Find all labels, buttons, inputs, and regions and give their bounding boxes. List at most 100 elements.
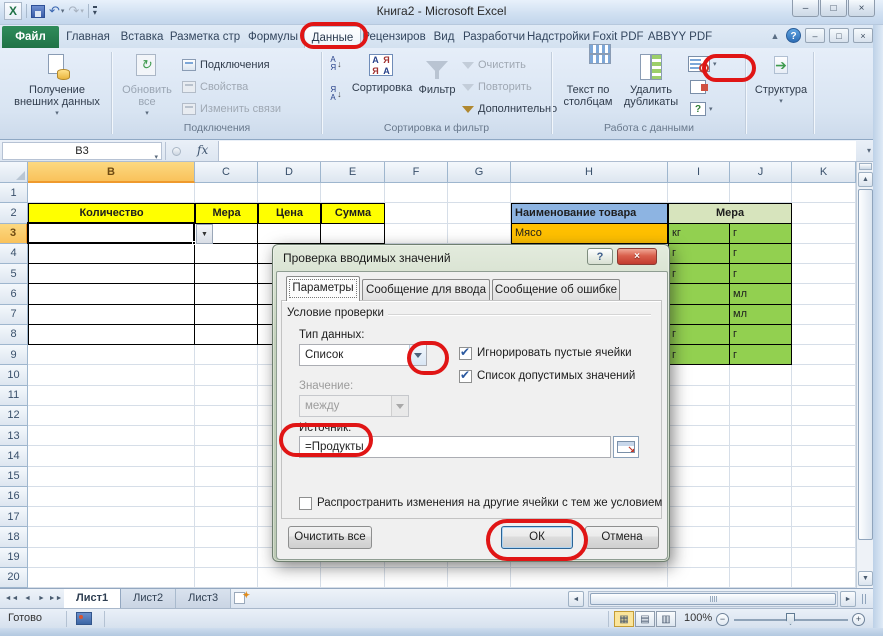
cell[interactable] xyxy=(195,527,258,547)
last-sheet-button[interactable]: ►► xyxy=(48,592,63,606)
column-header-E[interactable]: E xyxy=(321,162,385,183)
filter-button[interactable]: Фильтр xyxy=(416,52,458,96)
measure-cell[interactable]: кг xyxy=(668,224,730,244)
row-header-19[interactable]: 19 xyxy=(0,548,28,568)
cell[interactable] xyxy=(730,183,792,203)
close-button[interactable]: × xyxy=(848,0,875,17)
cell[interactable] xyxy=(385,224,448,244)
cell[interactable] xyxy=(792,325,856,345)
cell[interactable] xyxy=(258,183,321,203)
cell[interactable] xyxy=(195,365,258,385)
row-header-4[interactable]: 4 xyxy=(0,244,28,264)
cell[interactable] xyxy=(792,345,856,365)
cell[interactable] xyxy=(28,305,195,325)
left-table-header[interactable]: Количество xyxy=(28,203,195,223)
combo-dropdown-icon[interactable] xyxy=(409,345,426,365)
vertical-scrollbar[interactable]: ▲ ▼ xyxy=(856,162,873,588)
cell[interactable] xyxy=(195,325,258,345)
cell[interactable] xyxy=(28,345,195,365)
formula-input[interactable] xyxy=(218,141,856,161)
cell[interactable] xyxy=(195,183,258,203)
ok-button[interactable]: ОК xyxy=(501,526,573,549)
remove-duplicates-button[interactable]: Удалить дубликаты xyxy=(620,52,682,108)
zoom-in-button[interactable]: + xyxy=(852,613,865,626)
measure-cell[interactable]: г xyxy=(668,325,730,345)
cell[interactable] xyxy=(511,183,668,203)
cell[interactable] xyxy=(730,467,792,487)
source-input[interactable]: =Продукты xyxy=(299,436,611,458)
cell[interactable] xyxy=(385,203,448,223)
connections-button[interactable]: Подключения xyxy=(182,55,270,75)
cell[interactable] xyxy=(195,507,258,527)
zoom-slider-thumb[interactable] xyxy=(786,613,795,625)
apply-to-all-checkbox[interactable] xyxy=(299,497,312,510)
cell[interactable] xyxy=(792,386,856,406)
cell[interactable] xyxy=(28,527,195,547)
excel-logo-icon[interactable]: X xyxy=(4,2,22,20)
cell[interactable] xyxy=(668,568,730,588)
data-type-combo[interactable]: Список xyxy=(299,344,427,366)
measure-cell[interactable]: г xyxy=(668,345,730,365)
ignore-blank-checkbox[interactable] xyxy=(459,347,472,360)
close-workbook-button[interactable]: × xyxy=(853,28,873,43)
left-table-header[interactable]: Сумма xyxy=(321,203,385,223)
cell[interactable] xyxy=(195,386,258,406)
measure-cell[interactable] xyxy=(668,284,730,304)
cell[interactable] xyxy=(195,568,258,588)
cell[interactable] xyxy=(792,548,856,568)
cell[interactable] xyxy=(792,183,856,203)
cell[interactable] xyxy=(792,406,856,426)
macro-record-icon[interactable] xyxy=(76,612,92,625)
measure-cell[interactable]: г xyxy=(730,264,792,284)
advanced-filter-button[interactable]: Дополнительно xyxy=(462,99,557,119)
row-header-6[interactable]: 6 xyxy=(0,284,28,304)
cell[interactable] xyxy=(668,487,730,507)
cell[interactable] xyxy=(28,568,195,588)
tab-split-handle[interactable] xyxy=(858,592,870,606)
zoom-out-button[interactable]: − xyxy=(716,613,729,626)
cell[interactable] xyxy=(195,426,258,446)
cell[interactable] xyxy=(668,446,730,466)
left-table-header[interactable]: Цена xyxy=(258,203,321,223)
cell[interactable] xyxy=(792,487,856,507)
dialog-close-button[interactable]: × xyxy=(617,248,657,265)
dialog-help-button[interactable]: ? xyxy=(587,248,613,265)
column-header-G[interactable]: G xyxy=(448,162,511,183)
sheet-tab-Лист1[interactable]: Лист1 xyxy=(64,589,121,609)
cell[interactable] xyxy=(730,548,792,568)
clear-filter-button[interactable]: Очистить xyxy=(462,55,526,75)
cell[interactable] xyxy=(792,446,856,466)
measure-cell[interactable]: г xyxy=(730,325,792,345)
cell[interactable] xyxy=(511,568,668,588)
scroll-right-arrow[interactable]: ► xyxy=(840,591,856,607)
ribbon-tab-6[interactable]: Рецензиров xyxy=(362,26,426,48)
minimize-workbook-button[interactable]: – xyxy=(805,28,825,43)
measure-cell[interactable]: мл xyxy=(730,305,792,325)
expand-formula-bar-icon[interactable]: ▾ xyxy=(867,146,871,155)
row-header-13[interactable]: 13 xyxy=(0,426,28,446)
row-header-7[interactable]: 7 xyxy=(0,305,28,325)
tab-input-message[interactable]: Сообщение для ввода xyxy=(362,279,490,300)
cell[interactable] xyxy=(792,305,856,325)
sheet-tab-Лист2[interactable]: Лист2 xyxy=(121,589,176,609)
column-header-F[interactable]: F xyxy=(385,162,448,183)
cell[interactable] xyxy=(195,548,258,568)
cell[interactable] xyxy=(792,224,856,244)
scroll-left-arrow[interactable]: ◄ xyxy=(568,591,584,607)
collapse-ribbon-icon[interactable]: ▲ xyxy=(768,29,782,43)
column-header-K[interactable]: K xyxy=(792,162,856,183)
measure-cell[interactable]: г xyxy=(730,244,792,264)
cell[interactable] xyxy=(195,305,258,325)
row-header-15[interactable]: 15 xyxy=(0,467,28,487)
split-handle[interactable] xyxy=(859,163,872,170)
maximize-button[interactable]: □ xyxy=(820,0,847,17)
cell-dropdown-button[interactable]: ▼ xyxy=(196,224,213,244)
row-header-18[interactable]: 18 xyxy=(0,527,28,547)
ribbon-tab-11[interactable]: ABBYY PDF Tr xyxy=(647,26,713,48)
cell[interactable] xyxy=(28,224,195,244)
cell[interactable] xyxy=(668,183,730,203)
cell[interactable] xyxy=(668,406,730,426)
properties-button[interactable]: Свойства xyxy=(182,77,248,97)
scroll-up-arrow[interactable]: ▲ xyxy=(858,172,873,187)
select-all-corner[interactable] xyxy=(0,162,28,183)
